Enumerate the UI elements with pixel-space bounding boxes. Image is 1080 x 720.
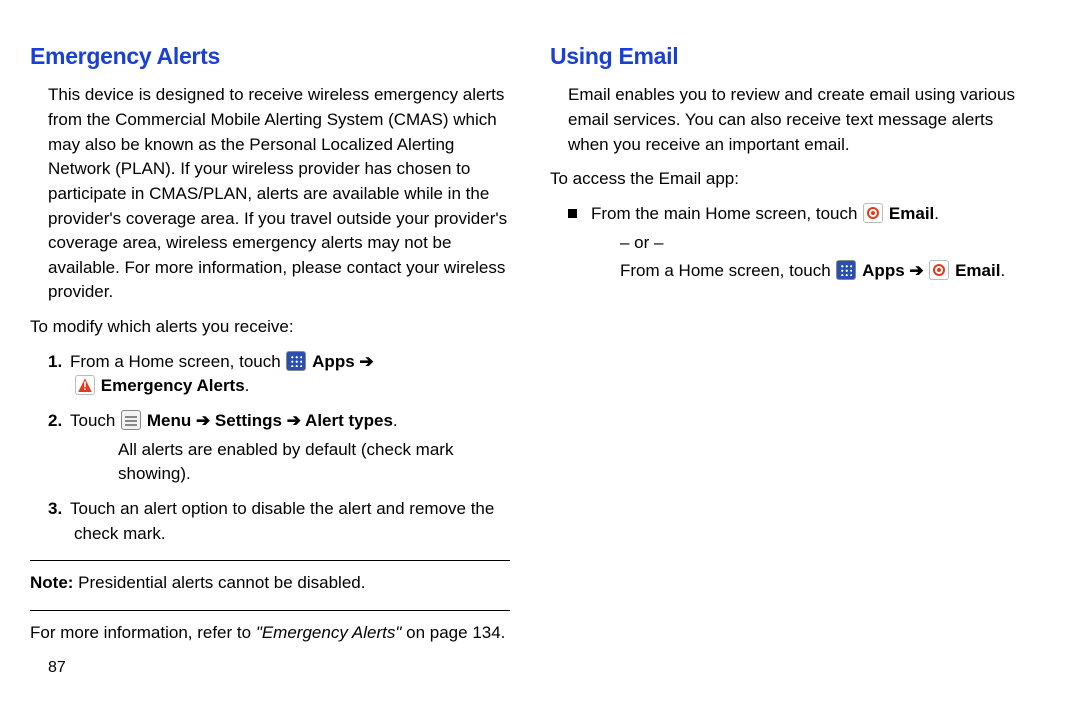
more-info-line: For more information, refer to "Emergenc… <box>30 621 510 646</box>
period: . <box>1000 261 1005 280</box>
divider <box>30 610 510 611</box>
intro-paragraph: This device is designed to receive wirel… <box>48 83 510 305</box>
note-text: Presidential alerts cannot be disabled. <box>78 573 365 592</box>
email-intro: Email enables you to review and create e… <box>568 83 1030 157</box>
step2-pre: Touch <box>70 411 120 430</box>
apps-icon <box>836 260 856 280</box>
step-number: 3. <box>48 497 70 522</box>
divider <box>30 560 510 561</box>
modify-line: To modify which alerts you receive: <box>30 315 510 340</box>
period: . <box>245 376 250 395</box>
arrow-icon: ➔ <box>905 261 929 280</box>
step-number: 2. <box>48 409 70 434</box>
email-label: Email <box>889 204 934 223</box>
period: . <box>934 204 939 223</box>
step2-sub: All alerts are enabled by default (check… <box>118 438 510 487</box>
b2-pre: From a Home screen, touch <box>620 261 835 280</box>
left-column: Emergency Alerts This device is designed… <box>30 40 510 679</box>
arrow-icon: ➔ <box>282 411 305 430</box>
step-3: 3.Touch an alert option to disable the a… <box>48 497 510 546</box>
apps-label: Apps <box>312 352 355 371</box>
alert-icon <box>75 375 95 395</box>
menu-label: Menu <box>147 411 191 430</box>
note-label: Note: <box>30 573 78 592</box>
apps-icon <box>286 351 306 371</box>
bullet-1: From the main Home screen, touch Email. … <box>568 202 1030 284</box>
page-number: 87 <box>48 656 510 679</box>
step-1: 1.From a Home screen, touch Apps ➔ Emerg… <box>48 350 510 399</box>
heading-emergency-alerts: Emergency Alerts <box>30 40 510 73</box>
steps-list: 1.From a Home screen, touch Apps ➔ Emerg… <box>48 350 510 546</box>
right-column: Using Email Email enables you to review … <box>550 40 1030 679</box>
note-line: Note: Presidential alerts cannot be disa… <box>30 571 510 596</box>
step3-text: Touch an alert option to disable the ale… <box>70 499 494 543</box>
step-2: 2.Touch Menu ➔ Settings ➔ Alert types. A… <box>48 409 510 487</box>
settings-label: Settings <box>215 411 282 430</box>
access-line: To access the Email app: <box>550 167 1030 192</box>
bullet-1-alt: From a Home screen, touch Apps ➔ Email. <box>620 259 1030 284</box>
period: . <box>393 411 398 430</box>
email-icon <box>929 260 949 280</box>
moreinfo-ref: "Emergency Alerts" <box>256 623 402 642</box>
arrow-icon: ➔ <box>355 352 374 371</box>
step-number: 1. <box>48 350 70 375</box>
heading-using-email: Using Email <box>550 40 1030 73</box>
step1-pre: From a Home screen, touch <box>70 352 285 371</box>
email-label: Email <box>955 261 1000 280</box>
bullet-icon <box>568 209 577 218</box>
emergency-alerts-label: Emergency Alerts <box>101 376 245 395</box>
manual-page: Emergency Alerts This device is designed… <box>0 0 1080 699</box>
access-bullets: From the main Home screen, touch Email. … <box>568 202 1030 284</box>
email-icon <box>863 203 883 223</box>
b1-pre: From the main Home screen, touch <box>591 204 862 223</box>
menu-icon <box>121 410 141 430</box>
moreinfo-pre: For more information, refer to <box>30 623 256 642</box>
moreinfo-post: on page 134. <box>401 623 505 642</box>
alert-types-label: Alert types <box>305 411 393 430</box>
arrow-icon: ➔ <box>191 411 215 430</box>
apps-label: Apps <box>862 261 905 280</box>
or-line: – or – <box>620 231 1030 256</box>
